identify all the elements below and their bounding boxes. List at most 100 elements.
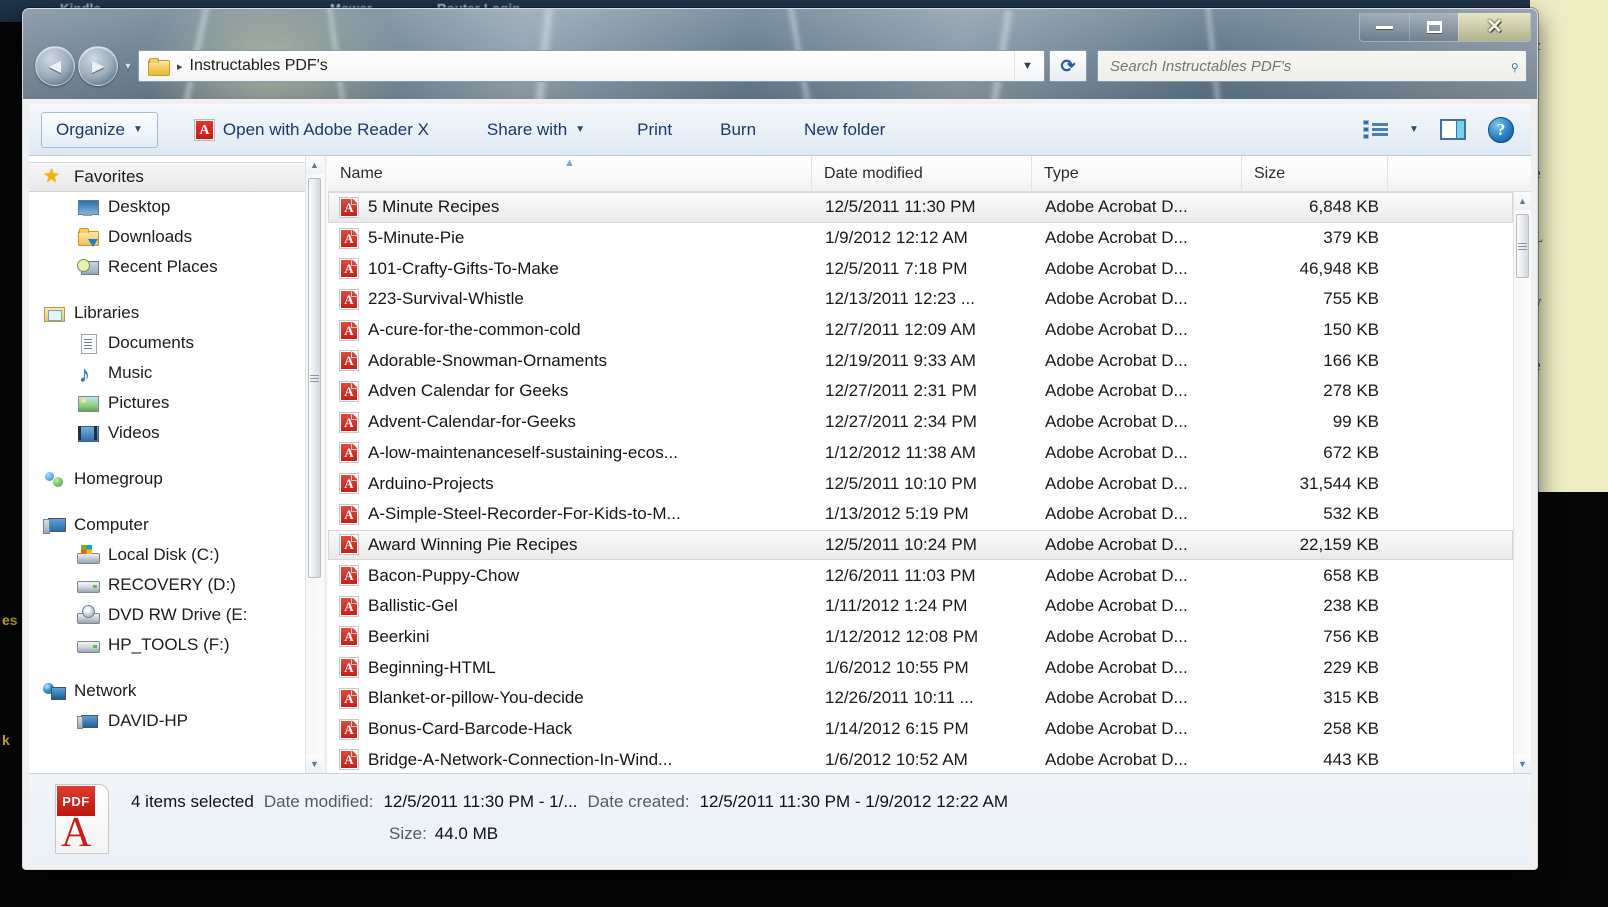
sidebar-item-network[interactable]: Network [29,676,305,706]
sidebar-item-hp-tools-f[interactable]: HP_TOOLS (F:) [29,630,305,660]
share-with-button[interactable]: Share with ▼ [473,112,599,148]
sidebar-item-label: Music [108,363,153,382]
sidebar-item-documents[interactable]: Documents [29,328,305,358]
column-header-name[interactable]: ▲ Name [328,156,812,192]
help-button[interactable]: ? [1479,112,1523,148]
minimize-button[interactable] [1360,13,1409,41]
sidebar-item-favorites[interactable]: Favorites [29,162,305,192]
new-folder-button[interactable]: New folder [790,112,899,148]
sidebar-item-david-hp[interactable]: DAVID-HP [29,706,305,736]
windows-drive-icon [77,545,100,565]
cell-name: Blanket-or-pillow-You-decide [329,687,813,709]
pdf-icon [339,565,359,587]
sidebar-item-pictures[interactable]: Pictures [29,388,305,418]
search-input[interactable] [1110,57,1511,75]
table-row[interactable]: Beerkini 1/12/2012 12:08 PM Adobe Acrobat … [328,622,1513,653]
sidebar-item-recovery-d[interactable]: RECOVERY (D:) [29,570,305,600]
view-dropdown-button[interactable]: ▼ [1401,112,1427,148]
nav-scroll-thumb[interactable] [308,178,321,578]
open-with-adobe-reader-button[interactable]: Open with Adobe Reader X [180,112,443,148]
sidebar-item-local-disk-c[interactable]: Local Disk (C:) [29,540,305,570]
organize-button[interactable]: Organize ▼ [41,111,158,148]
table-row[interactable]: Adven Calendar for Geeks 12/27/2011 2:31 … [328,376,1513,407]
breadcrumb-dropdown-button[interactable]: ▼ [1014,51,1040,81]
table-row[interactable]: 101-Crafty-Gifts-To-Make 12/5/2011 7:18 P… [328,253,1513,284]
sidebar-item-music[interactable]: Music [29,358,305,388]
selection-count: 4 items selected [131,792,254,811]
print-button[interactable]: Print [623,112,686,148]
table-row[interactable]: 5 Minute Recipes 12/5/2011 11:30 PM Adobe … [328,192,1513,223]
table-row[interactable]: Ballistic-Gel 1/11/2012 1:24 PM Adobe Acro… [328,591,1513,622]
cell-name: Award Winning Pie Recipes [329,534,813,556]
maximize-button[interactable] [1409,13,1458,41]
date-modified-value: 12/5/2011 11:30 PM - 1/... [383,792,578,811]
change-view-button[interactable] [1353,112,1397,148]
cell-date-modified: 12/27/2011 2:31 PM [825,381,977,401]
file-name: A-low-maintenanceself-sustaining-ecos... [368,442,678,462]
refresh-button[interactable]: ⟳ [1049,50,1087,82]
sidebar-item-desktop[interactable]: Desktop [29,192,305,222]
column-header-size[interactable]: Size [1242,156,1388,192]
dogear-icon [351,719,358,727]
dogear-icon [351,596,358,604]
nav-scroll-down-button[interactable]: ▼ [306,755,323,773]
table-row[interactable]: 5-Minute-Pie 1/9/2012 12:12 AM Adobe Acrob… [328,223,1513,254]
cell-date-modified: 12/7/2011 12:09 AM [825,320,976,340]
sidebar-item-downloads[interactable]: Downloads [29,222,305,252]
breadcrumb-separator-icon: ▸ [177,60,183,73]
cell-type: Adobe Acrobat D... [1045,381,1188,401]
dogear-icon [351,412,358,420]
homegroup-icon [43,469,65,489]
computer-icon [43,515,66,535]
pdf-icon [193,118,215,141]
table-row[interactable]: A-Simple-Steel-Recorder-For-Kids-to-M...… [328,499,1513,530]
cell-type: Adobe Acrobat D... [1045,412,1188,432]
forward-button[interactable]: ► [78,46,118,86]
table-row[interactable]: Award Winning Pie Recipes 12/5/2011 10:24… [328,529,1513,561]
table-row[interactable]: Arduino-Projects 12/5/2011 10:10 PM Adobe … [328,468,1513,499]
help-icon: ? [1488,116,1514,143]
table-row[interactable]: A-low-maintenanceself-sustaining-ecos...… [328,438,1513,469]
file-name: Bridge-A-Network-Connection-In-Wind... [368,749,673,769]
breadcrumb[interactable]: ▸ Instructables PDF's ▼ [138,50,1045,82]
list-scroll-down-button[interactable]: ▼ [1514,755,1531,773]
column-header-type-label: Type [1044,164,1079,182]
table-row[interactable]: Advent-Calendar-for-Geeks 12/27/2011 2:34… [328,407,1513,438]
cell-size: 658 KB [1323,565,1379,585]
table-row[interactable]: A-cure-for-the-common-cold 12/7/2011 12:0… [328,315,1513,346]
table-row[interactable]: Adorable-Snowman-Ornaments 12/19/2011 9:3… [328,345,1513,376]
list-scroll-up-button[interactable]: ▲ [1514,192,1531,210]
nav-scroll-up-button[interactable]: ▲ [306,156,323,174]
table-row[interactable]: 223-Survival-Whistle 12/13/2011 12:23 ...… [328,284,1513,315]
sidebar-item-homegroup[interactable]: Homegroup [29,464,305,494]
table-row[interactable]: Bacon-Puppy-Chow 12/6/2011 11:03 PM Adobe … [328,560,1513,591]
pdf-icon [339,595,359,617]
sidebar-item-recent-places[interactable]: Recent Places [29,252,305,282]
list-scroll-thumb[interactable] [1516,214,1529,278]
burn-button[interactable]: Burn [706,112,770,148]
search-box[interactable]: ⌕ [1097,50,1527,82]
file-list-scrollbar[interactable]: ▲ ▼ [1513,192,1531,773]
table-row[interactable]: Bonus-Card-Barcode-Hack 1/14/2012 6:15 PM… [328,714,1513,745]
sidebar-item-dvd-rw-drive-e[interactable]: DVD RW Drive (E: [29,600,305,630]
sidebar-item-computer[interactable]: Computer [29,510,305,540]
back-button[interactable]: ◄ [35,46,75,86]
column-header-date-modified[interactable]: Date modified [812,156,1032,192]
breadcrumb-current-folder[interactable]: Instructables PDF's [190,57,328,75]
preview-pane-button[interactable] [1431,112,1475,148]
background-text: es [2,612,18,628]
close-button[interactable]: ✕ [1458,13,1530,41]
dogear-icon [351,320,358,328]
sidebar-item-label: DVD RW Drive (E: [108,605,248,624]
table-row[interactable]: Bridge-A-Network-Connection-In-Wind... 1/… [328,744,1513,773]
dogear-icon [351,443,358,451]
sidebar-item-libraries[interactable]: Libraries [29,298,305,328]
table-row[interactable]: Beginning-HTML 1/6/2012 10:55 PM Adobe Acr… [328,652,1513,683]
navigation-scrollbar[interactable]: ▲ ▼ [305,156,323,773]
column-header-date-label: Date modified [824,164,923,182]
column-header-type[interactable]: Type [1032,156,1242,192]
table-row[interactable]: Blanket-or-pillow-You-decide 12/26/2011 1… [328,683,1513,714]
sidebar-item-videos[interactable]: Videos [29,418,305,448]
nav-group-spacer [29,448,305,464]
recent-pages-dropdown[interactable]: ▼ [118,49,138,83]
